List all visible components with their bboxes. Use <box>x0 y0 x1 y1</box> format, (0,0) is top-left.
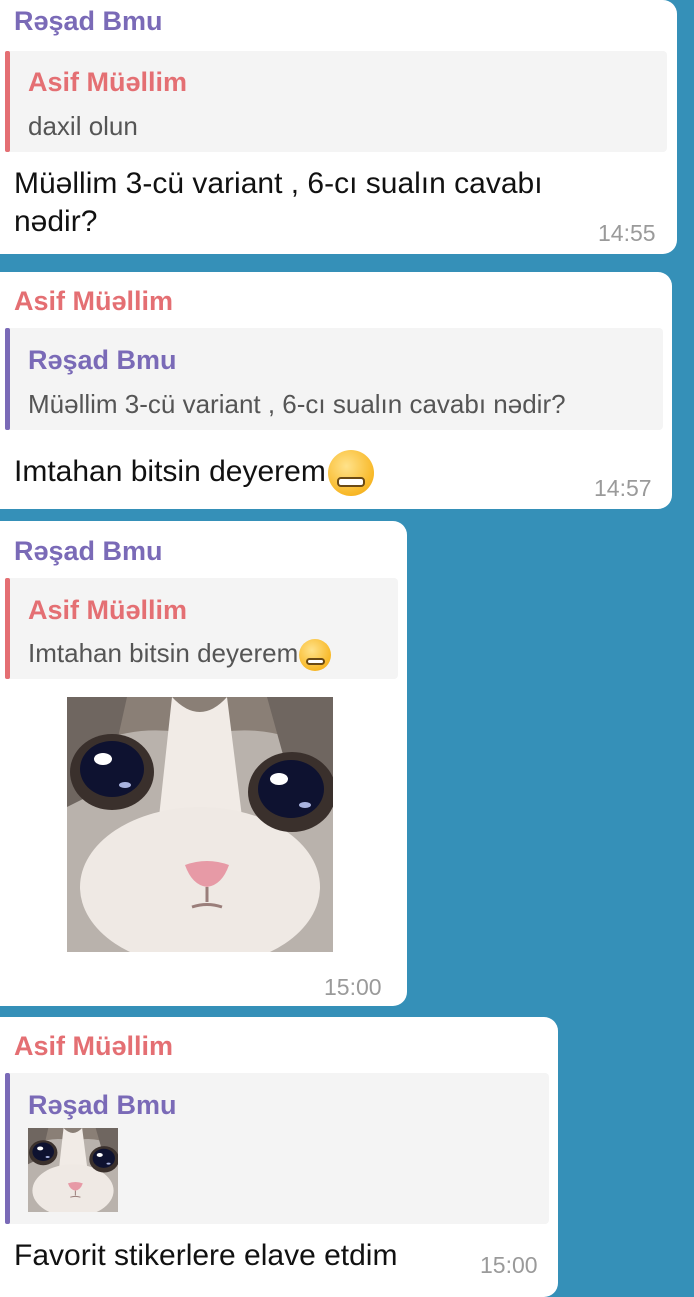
message-text-line: nədir? <box>14 205 98 238</box>
reply-bar <box>5 51 10 152</box>
sender-name[interactable]: Rəşad Bmu <box>14 536 163 567</box>
reply-text-content: Imtahan bitsin deyerem <box>28 638 299 668</box>
reply-text: Müəllim 3-cü variant , 6-cı sualın cavab… <box>28 389 566 419</box>
message-timestamp: 15:00 <box>480 1252 538 1278</box>
reply-text: daxil olun <box>28 111 138 141</box>
reply-quote[interactable]: Rəşad Bmu Müəllim 3-cü variant , 6-cı su… <box>5 328 663 430</box>
reply-bar <box>5 328 10 430</box>
message-text: Favorit stikerlere elave etdim <box>14 1239 398 1272</box>
message-text-line: Müəllim 3-cü variant , 6-cı sualın cavab… <box>14 167 543 200</box>
reply-sender-name: Asif Müəllim <box>28 595 188 625</box>
reply-quote[interactable]: Asif Müəllim daxil olun <box>5 51 667 152</box>
sender-name[interactable]: Rəşad Bmu <box>14 6 163 37</box>
reply-quote[interactable]: Asif Müəllim Imtahan bitsin deyerem <box>5 578 398 679</box>
message-timestamp: 15:00 <box>324 974 382 1000</box>
message-timestamp: 14:55 <box>598 220 656 246</box>
message-bubble[interactable]: Rəşad Bmu Asif Müəllim daxil olun Müəlli… <box>0 0 677 254</box>
reply-text: Imtahan bitsin deyerem <box>28 638 332 672</box>
reply-sender-name: Rəşad Bmu <box>28 345 177 375</box>
message-text: Imtahan bitsin deyerem <box>14 450 374 496</box>
message-timestamp: 14:57 <box>594 475 652 501</box>
sender-name[interactable]: Asif Müəllim <box>14 286 173 317</box>
crying-cat-sticker[interactable] <box>67 697 333 952</box>
zipper-mouth-face-icon <box>299 639 332 672</box>
reply-sender-name: Asif Müəllim <box>28 67 188 97</box>
message-text-content: Imtahan bitsin deyerem <box>14 454 326 488</box>
crying-cat-sticker-thumbnail[interactable] <box>28 1128 118 1212</box>
sender-name[interactable]: Asif Müəllim <box>14 1031 173 1062</box>
message-text: Müəllim 3-cü variant , 6-cı sualın cavab… <box>14 165 543 241</box>
reply-bar <box>5 578 10 679</box>
message-bubble[interactable]: Asif Müəllim Rəşad Bmu Müəllim 3-cü vari… <box>0 272 672 509</box>
zipper-mouth-face-icon <box>327 450 374 496</box>
reply-bar <box>5 1073 10 1224</box>
reply-sender-name: Rəşad Bmu <box>28 1090 177 1120</box>
